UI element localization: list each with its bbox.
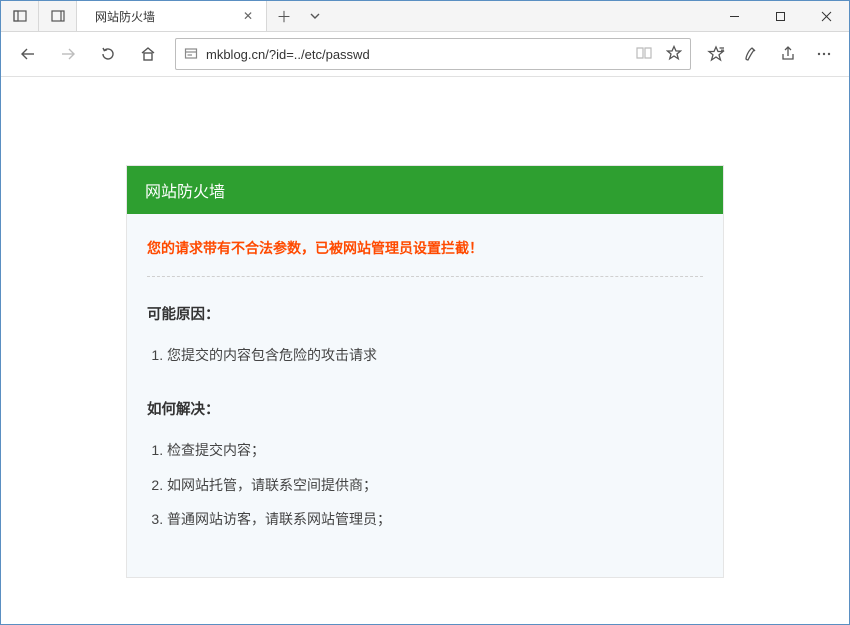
list-item: 如网站托管，请联系空间提供商；	[167, 468, 703, 502]
alert-message: 您的请求带有不合法参数，已被网站管理员设置拦截！	[147, 238, 703, 277]
window-title-bar: 网站防火墙 ✕ ＋	[1, 1, 849, 32]
title-spacer	[329, 1, 711, 31]
firewall-panel: 网站防火墙 您的请求带有不合法参数，已被网站管理员设置拦截！ 可能原因： 您提交…	[126, 165, 724, 578]
window-close-button[interactable]	[803, 1, 849, 31]
forward-button[interactable]	[49, 35, 87, 73]
favorite-star-icon[interactable]	[666, 45, 682, 64]
more-button[interactable]	[807, 35, 841, 73]
home-button[interactable]	[129, 35, 167, 73]
solve-list: 检查提交内容； 如网站托管，请联系空间提供商； 普通网站访客，请联系网站管理员；	[147, 433, 703, 536]
tab-close-button[interactable]: ✕	[240, 9, 256, 23]
reading-view-icon[interactable]	[636, 46, 652, 63]
panel-body: 您的请求带有不合法参数，已被网站管理员设置拦截！ 可能原因： 您提交的内容包含危…	[127, 214, 723, 577]
address-bar[interactable]: mkblog.cn/?id=../etc/passwd	[175, 38, 691, 70]
reason-list: 您提交的内容包含危险的攻击请求	[147, 338, 703, 372]
new-tab-button[interactable]: ＋	[267, 1, 301, 31]
browser-tab-active[interactable]: 网站防火墙 ✕	[77, 1, 267, 31]
page-viewport: 网站防火墙 您的请求带有不合法参数，已被网站管理员设置拦截！ 可能原因： 您提交…	[1, 77, 849, 578]
site-info-icon[interactable]	[184, 46, 198, 63]
solve-title: 如何解决：	[147, 398, 703, 419]
tab-activity-icon[interactable]	[39, 1, 77, 31]
window-minimize-button[interactable]	[711, 1, 757, 31]
notes-button[interactable]	[735, 35, 769, 73]
browser-toolbar: mkblog.cn/?id=../etc/passwd	[1, 32, 849, 77]
tab-overflow-button[interactable]	[301, 1, 329, 31]
panel-header: 网站防火墙	[127, 166, 723, 214]
back-button[interactable]	[9, 35, 47, 73]
favorites-hub-button[interactable]	[699, 35, 733, 73]
list-item: 检查提交内容；	[167, 433, 703, 467]
address-bar-url: mkblog.cn/?id=../etc/passwd	[206, 47, 628, 62]
tab-aside-icon[interactable]	[1, 1, 39, 31]
list-item: 普通网站访客，请联系网站管理员；	[167, 502, 703, 536]
tab-title: 网站防火墙	[95, 8, 240, 25]
share-button[interactable]	[771, 35, 805, 73]
refresh-button[interactable]	[89, 35, 127, 73]
list-item: 您提交的内容包含危险的攻击请求	[167, 338, 703, 372]
tab-tools	[1, 1, 77, 31]
window-maximize-button[interactable]	[757, 1, 803, 31]
reason-title: 可能原因：	[147, 303, 703, 324]
